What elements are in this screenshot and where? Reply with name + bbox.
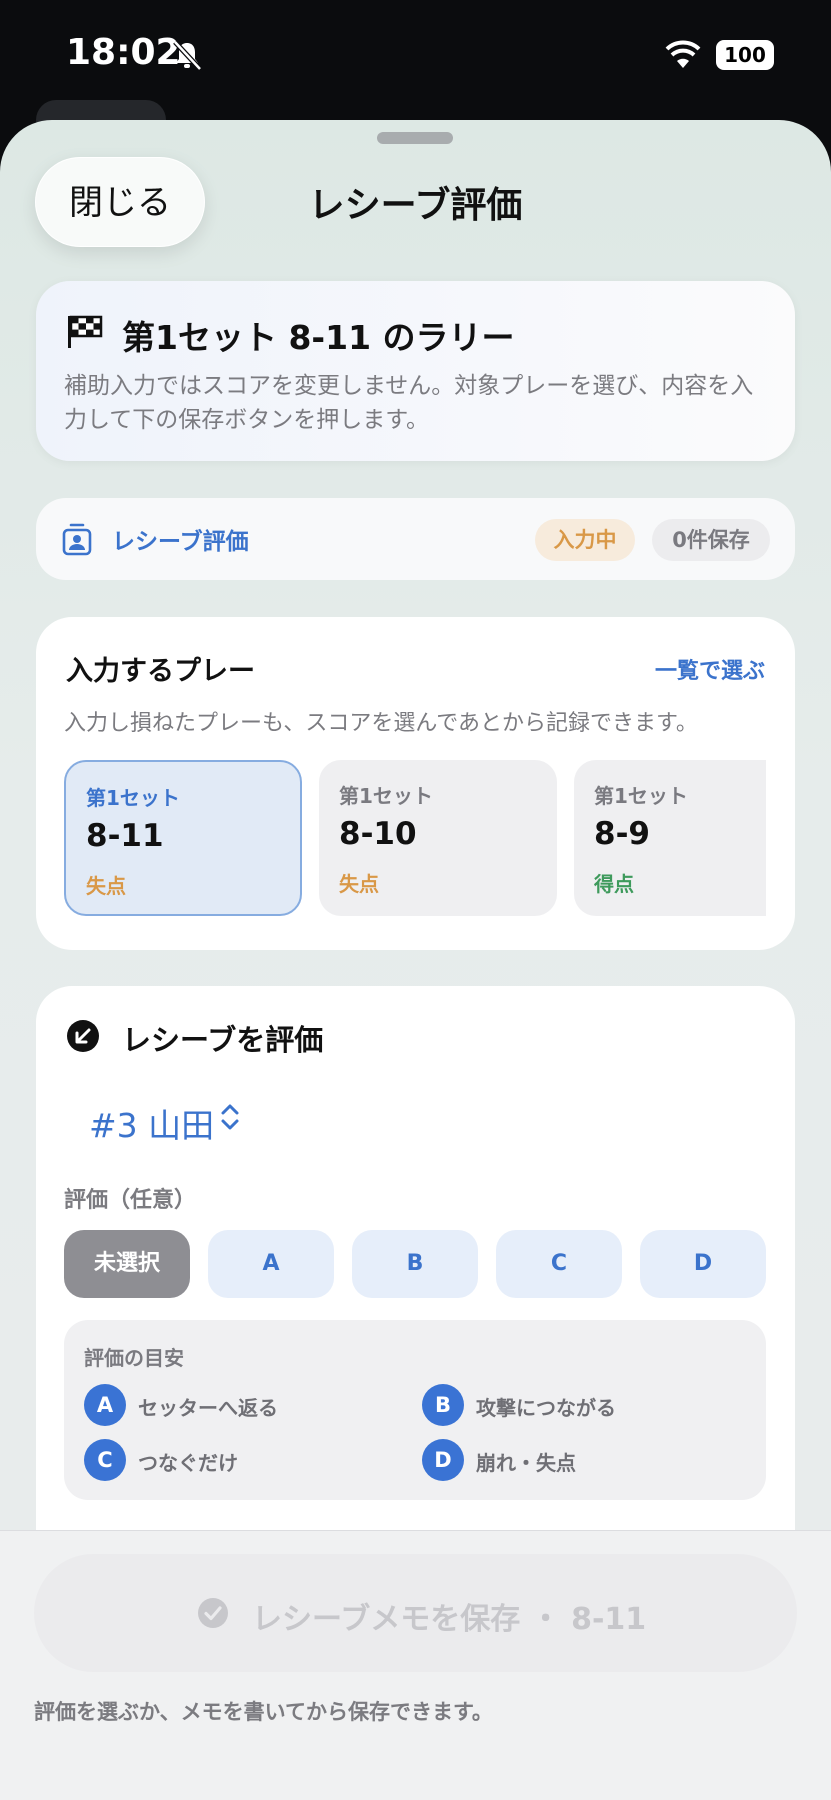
receive-status-label: レシーブ評価: [112, 529, 249, 555]
rating-a-button[interactable]: A: [208, 1230, 334, 1298]
person-badge-icon: [62, 523, 92, 556]
play-result: 失点: [86, 874, 126, 898]
bell-muted-icon: [173, 40, 202, 71]
play-select-description: 入力し損ねたプレーも、スコアを選んであとから記録できます。: [64, 711, 698, 736]
rating-c-button[interactable]: C: [496, 1230, 622, 1298]
rally-card: 第1セット 8-11 のラリー 補助入力ではスコアを変更しません。対象プレーを選…: [36, 281, 795, 461]
rating-none-button[interactable]: 未選択: [64, 1230, 190, 1298]
save-bar: レシーブメモを保存 ・ 8-11 評価を選ぶか、メモを書いてから保存できます。: [0, 1530, 831, 1800]
rally-description: 補助入力ではスコアを変更しません。対象プレーを選び、内容を入力して下の保存ボタン…: [64, 373, 754, 433]
rating-label: 評価（任意）: [64, 1188, 197, 1213]
status-time: 18:02: [66, 32, 181, 73]
sheet-title: レシーブ評価: [308, 185, 523, 226]
guide-text: 崩れ・失点: [476, 1451, 576, 1475]
evaluate-title: レシーブを評価: [122, 1023, 324, 1057]
play-result: 失点: [339, 872, 379, 896]
choose-from-list-link[interactable]: 一覧で選ぶ: [655, 653, 765, 685]
rating-b-button[interactable]: B: [352, 1230, 478, 1298]
guide-title: 評価の目安: [84, 1346, 184, 1370]
play-carousel[interactable]: 第1セット 8-11 失点 第1セット 8-10 失点 第1セット 8-9 得点: [64, 760, 766, 916]
checkered-flag-icon: [68, 315, 103, 348]
rally-title: 第1セット 8-11 のラリー: [122, 318, 515, 357]
guide-text: セッターへ返る: [138, 1396, 278, 1420]
grade-badge: C: [84, 1439, 126, 1481]
play-result: 得点: [594, 872, 634, 896]
play-score: 8-9: [594, 816, 651, 852]
receive-status-bar: レシーブ評価 入力中 0件保存: [36, 498, 795, 580]
grade-badge: B: [422, 1384, 464, 1426]
play-score: 8-10: [339, 816, 417, 852]
play-select-title: 入力するプレー: [66, 656, 255, 687]
checkmark-circle-icon: [198, 1598, 228, 1628]
save-receive-memo-button[interactable]: レシーブメモを保存 ・ 8-11: [34, 1554, 797, 1672]
play-set: 第1セット: [594, 784, 688, 808]
arrow-down-left-circle-icon: [67, 1020, 99, 1052]
status-badge-active: 入力中: [535, 519, 635, 561]
play-item-2[interactable]: 第1セット 8-9 得点: [574, 760, 766, 916]
grade-badge: A: [84, 1384, 126, 1426]
status-bar: 18:02 100: [0, 0, 831, 110]
play-item-1[interactable]: 第1セット 8-10 失点: [319, 760, 557, 916]
save-hint: 評価を選ぶか、メモを書いてから保存できます。: [34, 1700, 493, 1724]
grade-badge: D: [422, 1439, 464, 1481]
guide-text: つなぐだけ: [138, 1451, 238, 1475]
chevron-up-down-icon[interactable]: [219, 1101, 241, 1133]
rating-guide: 評価の目安 A セッターへ返る B 攻撃につながる C つなぐだけ D 崩れ・失…: [64, 1320, 766, 1500]
save-button-label: レシーブメモを保存 ・ 8-11: [252, 1602, 647, 1637]
wifi-icon: [665, 40, 701, 68]
play-set: 第1セット: [339, 784, 433, 808]
play-select-card: 入力するプレー 一覧で選ぶ 入力し損ねたプレーも、スコアを選んであとから記録でき…: [36, 617, 795, 950]
sheet-grabber[interactable]: [377, 132, 453, 144]
play-item-0[interactable]: 第1セット 8-11 失点: [64, 760, 302, 916]
play-score: 8-11: [86, 818, 164, 854]
battery-indicator: 100: [716, 40, 774, 70]
status-badge-saved-count: 0件保存: [652, 519, 770, 561]
guide-text: 攻撃につながる: [476, 1396, 616, 1420]
player-picker[interactable]: #3 山田: [89, 1099, 214, 1147]
rating-d-button[interactable]: D: [640, 1230, 766, 1298]
play-set: 第1セット: [86, 786, 180, 810]
